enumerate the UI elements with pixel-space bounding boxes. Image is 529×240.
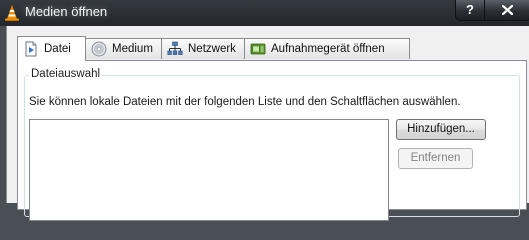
add-button[interactable]: Hinzufügen... [396, 119, 486, 140]
file-icon [25, 41, 37, 57]
close-button[interactable] [485, 0, 529, 20]
tab-medium[interactable]: Medium [85, 38, 162, 59]
tab-label: Datei [44, 43, 71, 55]
tab-netzwerk[interactable]: Netzwerk [161, 38, 245, 59]
tab-label: Netzwerk [188, 43, 236, 55]
caption-buttons: ? [455, 0, 529, 21]
network-icon [167, 41, 183, 55]
tab-datei[interactable]: Datei [17, 36, 86, 61]
dialog-body: Datei Medium Netzwerk Aufnahmegerät öffn… [6, 26, 529, 221]
title-bar[interactable]: Medien öffnen ? [0, 0, 529, 26]
file-list[interactable] [29, 119, 389, 221]
tab-page-datei: Dateiauswahl Sie können lokale Dateien m… [17, 60, 527, 221]
remove-button[interactable]: Entfernen [398, 148, 473, 169]
close-icon [501, 4, 514, 16]
group-title: Dateiauswahl [29, 68, 103, 80]
description-text: Sie können lokale Dateien mit der folgen… [29, 96, 461, 108]
tab-label: Aufnahmegerät öffnen [271, 43, 385, 55]
file-selection-group: Dateiauswahl Sie können lokale Dateien m… [24, 68, 520, 221]
vlc-cone-icon [5, 5, 19, 21]
capture-device-icon [250, 43, 266, 55]
help-button[interactable]: ? [456, 0, 485, 20]
tab-aufnahmegeraet[interactable]: Aufnahmegerät öffnen [244, 38, 410, 59]
disc-icon [91, 41, 107, 57]
tab-label: Medium [112, 43, 153, 55]
window-title: Medien öffnen [25, 4, 108, 19]
